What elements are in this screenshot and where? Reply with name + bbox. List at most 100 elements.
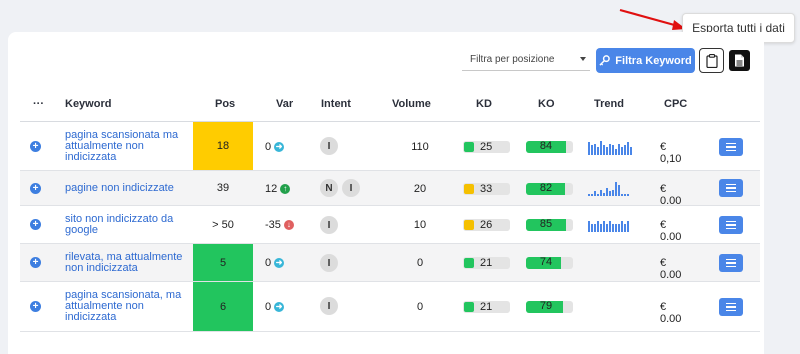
trend-bar (600, 141, 602, 155)
row-menu-button[interactable] (719, 254, 743, 272)
kd-value: 21 (480, 301, 493, 313)
trend-bar (591, 224, 593, 232)
row-menu-button[interactable] (719, 179, 743, 197)
expand-row-icon[interactable]: + (30, 301, 41, 312)
variation-cell: 12 ↑ (265, 183, 291, 195)
trend-bar (606, 224, 608, 232)
intent-cell: N I (320, 179, 360, 197)
table-header: ··· Keyword Pos Var Intent Volume KD KO … (20, 94, 760, 116)
kd-indicator: 33 (463, 183, 510, 195)
kd-swatch (464, 184, 474, 194)
position-cell: 39 (216, 182, 230, 194)
column-menu-header[interactable]: ··· (33, 98, 44, 110)
trend-bar (591, 194, 593, 196)
variation-value: 0 (265, 257, 272, 269)
expand-row-icon[interactable]: + (30, 219, 41, 230)
filter-keyword-button[interactable]: Filtra Keyword (596, 48, 695, 73)
trend-bar (624, 194, 626, 196)
ko-bar: 84 (526, 140, 573, 153)
kd-indicator: 25 (463, 141, 510, 153)
intent-badge: I (320, 216, 338, 234)
header-trend[interactable]: Trend (594, 98, 624, 110)
trend-sparkline (588, 139, 634, 155)
trend-bar (615, 224, 617, 232)
ko-value: 85 (539, 218, 553, 230)
cpc-value: € 0.00 (660, 257, 682, 281)
keyword-link[interactable]: pagina scansionata, ma attualmente non i… (65, 290, 189, 323)
cpc-value: € 0.00 (660, 301, 682, 325)
trend-bar (609, 191, 611, 196)
kd-value: 21 (480, 257, 493, 269)
ko-bar: 85 (526, 218, 573, 231)
trend-sparkline (588, 180, 634, 196)
variation-cell: 0 ➜ (265, 141, 285, 153)
row-menu-button[interactable] (719, 138, 743, 156)
trend-sparkline (588, 216, 634, 232)
arrow-right-icon: ➜ (274, 258, 285, 268)
intent-cell: I (320, 216, 338, 234)
header-cpc[interactable]: CPC (664, 98, 687, 110)
kd-swatch (464, 302, 474, 312)
trend-bar (621, 194, 623, 196)
copy-clipboard-button[interactable] (699, 48, 724, 73)
export-button[interactable] (729, 50, 750, 71)
cpc-value: € 0.00 (660, 219, 682, 243)
header-volume[interactable]: Volume (392, 98, 431, 110)
header-intent[interactable]: Intent (321, 98, 351, 110)
header-kd[interactable]: KD (476, 98, 492, 110)
keyword-link[interactable]: rilevata, ma attualmente non indicizzata (65, 252, 189, 274)
volume-value: 10 (413, 219, 427, 231)
document-export-icon (735, 54, 744, 67)
trend-bar (618, 144, 620, 155)
kd-indicator: 21 (463, 301, 510, 313)
intent-badge: I (342, 179, 360, 197)
arrow-right-icon: ➜ (274, 302, 285, 312)
kd-value: 26 (480, 219, 493, 231)
ko-value: 79 (539, 300, 553, 312)
row-menu-button[interactable] (719, 298, 743, 316)
table-row: + rilevata, ma attualmente non indicizza… (20, 244, 760, 282)
cpc-value: € 0,10 (660, 141, 682, 165)
header-var[interactable]: Var (276, 98, 293, 110)
keyword-link[interactable]: pagine non indicizzate (65, 183, 189, 194)
table-row: + pagine non indicizzate 39 12 ↑ N I 20 … (20, 171, 760, 207)
caret-down-icon (580, 57, 586, 61)
kd-swatch (464, 258, 474, 268)
intent-badge: I (320, 137, 338, 155)
expand-row-icon[interactable]: + (30, 141, 41, 152)
expand-row-icon[interactable]: + (30, 183, 41, 194)
position-filter-select[interactable]: Filtra per posizione (462, 49, 590, 71)
trend-bar (618, 185, 620, 196)
trend-bar (606, 188, 608, 196)
trend-bar (624, 145, 626, 155)
volume-value: 110 (411, 141, 429, 153)
trend-bar (606, 147, 608, 155)
ko-value: 84 (539, 140, 553, 152)
ko-value: 74 (539, 256, 553, 268)
header-ko[interactable]: KO (538, 98, 555, 110)
trend-bar (597, 221, 599, 232)
intent-badge: I (320, 297, 338, 315)
variation-value: -35 (265, 219, 281, 231)
table-row: + pagina scansionata ma attualmente non … (20, 122, 760, 171)
trend-bar (600, 224, 602, 232)
trend-bar (597, 194, 599, 196)
intent-badge: N (320, 179, 338, 197)
position-cell: 6 (193, 282, 253, 331)
ko-bar: 79 (526, 300, 573, 313)
position-cell: 5 (193, 244, 253, 281)
expand-row-icon[interactable]: + (30, 257, 41, 268)
trend-bar (615, 149, 617, 155)
cpc-value: € 0.00 (660, 183, 682, 207)
trend-bar (588, 221, 590, 232)
trend-bar (603, 221, 605, 232)
row-menu-button[interactable] (719, 216, 743, 234)
keyword-link[interactable]: pagina scansionata ma attualmente non in… (65, 130, 189, 163)
header-keyword[interactable]: Keyword (65, 98, 111, 110)
header-pos[interactable]: Pos (215, 98, 235, 110)
kd-swatch (464, 142, 474, 152)
keyword-link[interactable]: sito non indicizzato da google (65, 214, 189, 236)
variation-value: 0 (265, 141, 272, 153)
volume-value: 0 (416, 301, 424, 313)
trend-bar (621, 147, 623, 155)
